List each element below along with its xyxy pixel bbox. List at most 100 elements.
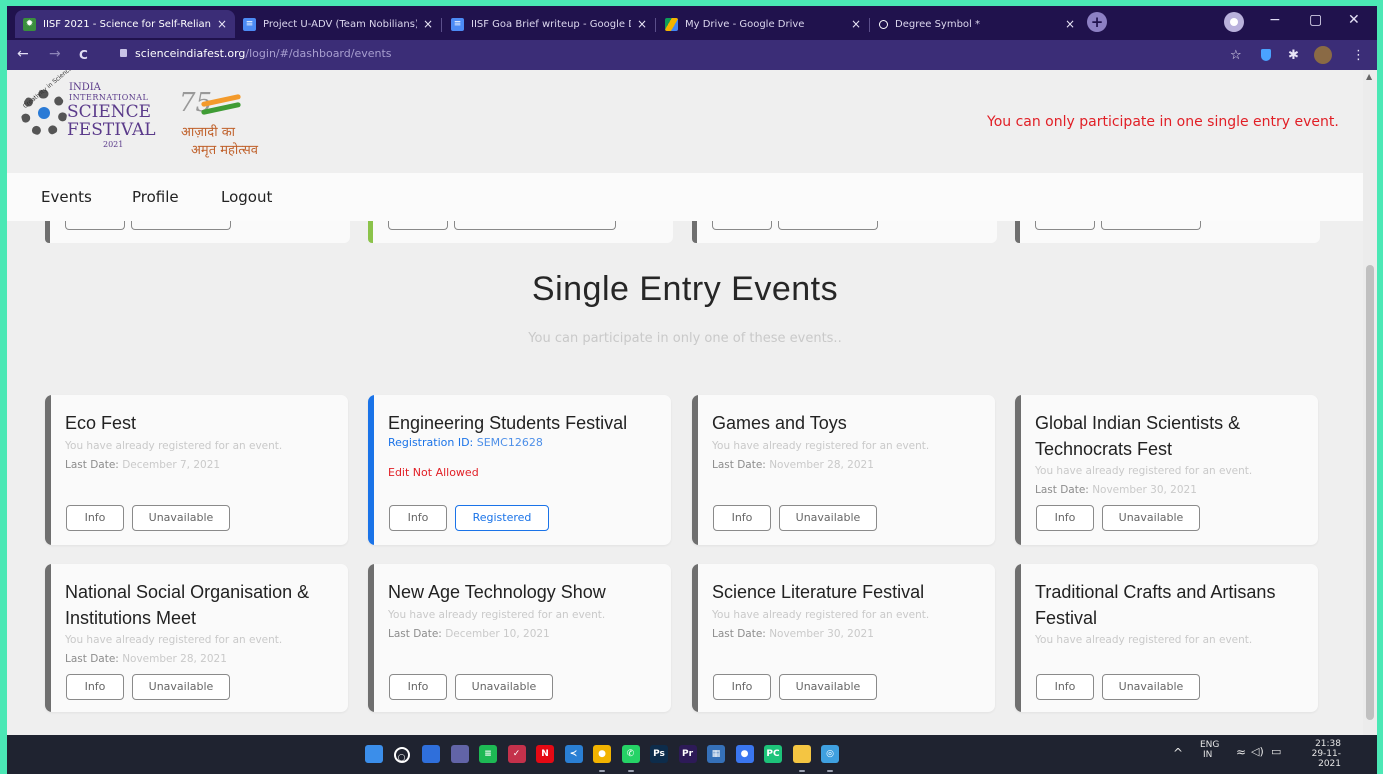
premiere-icon[interactable]: Pr bbox=[678, 745, 697, 763]
clock[interactable]: 21:38 29-11-2021 bbox=[1296, 739, 1341, 769]
profile-icon[interactable] bbox=[1224, 12, 1244, 32]
event-card-games-and-toys: Games and Toys You have already register… bbox=[692, 395, 995, 545]
account-avatar[interactable] bbox=[1314, 46, 1332, 64]
event-card-global-indian-scientists: Global Indian Scientists & Technocrats F… bbox=[1015, 395, 1318, 545]
tab-separator bbox=[441, 18, 442, 32]
tab-iisf[interactable]: ✹ IISF 2021 - Science for Self-Relian × bbox=[15, 10, 235, 38]
event-date: December 10, 2021 bbox=[445, 628, 550, 640]
tab-strip: ✹ IISF 2021 - Science for Self-Relian × … bbox=[7, 6, 1377, 40]
tab-my-drive[interactable]: My Drive - Google Drive × bbox=[657, 10, 869, 38]
mail-icon[interactable]: ✓ bbox=[507, 745, 526, 763]
menu-events[interactable]: Events bbox=[41, 188, 92, 206]
date-label: Last Date: bbox=[1035, 484, 1089, 496]
tab-title: IISF Goa Brief writeup - Google D bbox=[471, 18, 631, 30]
event-card-national-social-organisation: National Social Organisation & Instituti… bbox=[45, 564, 348, 712]
tray-chevron-icon[interactable]: ^ bbox=[1173, 746, 1183, 760]
event-date: November 28, 2021 bbox=[122, 653, 227, 665]
volume-icon[interactable]: ◁) bbox=[1251, 745, 1264, 758]
photoshop-icon[interactable]: Ps bbox=[650, 745, 668, 763]
drive-icon bbox=[665, 17, 678, 31]
netflix-icon[interactable]: N bbox=[536, 745, 554, 763]
event-date: November 28, 2021 bbox=[769, 459, 874, 471]
previous-card-bottom bbox=[692, 221, 997, 243]
windows-start-icon[interactable] bbox=[365, 745, 383, 763]
unavailable-button[interactable]: Unavailable bbox=[132, 674, 230, 700]
bookmark-star-icon[interactable]: ☆ bbox=[1230, 48, 1242, 63]
unavailable-button[interactable]: Unavailable bbox=[779, 674, 877, 700]
running-indicator bbox=[627, 770, 634, 772]
event-message: You have already registered for an event… bbox=[1035, 634, 1253, 646]
reload-icon[interactable]: C bbox=[79, 48, 88, 62]
language-indicator[interactable]: ENG IN bbox=[1200, 740, 1219, 760]
unavailable-button[interactable]: Unavailable bbox=[132, 505, 230, 531]
docs-icon: ≡ bbox=[243, 17, 256, 31]
browser-window: ✹ IISF 2021 - Science for Self-Relian × … bbox=[7, 6, 1377, 735]
minimize-icon[interactable]: − bbox=[1269, 12, 1281, 28]
vpn-shield-icon[interactable] bbox=[1261, 49, 1271, 61]
tab-close-icon[interactable]: × bbox=[851, 17, 861, 31]
unavailable-button[interactable]: Unavailable bbox=[1102, 674, 1200, 700]
forward-icon[interactable]: → bbox=[49, 46, 61, 62]
info-button[interactable]: Info bbox=[1036, 505, 1094, 531]
extensions-puzzle-icon[interactable]: ✱ bbox=[1288, 48, 1299, 63]
event-title: Eco Fest bbox=[65, 413, 137, 433]
date-label: Last Date: bbox=[712, 628, 766, 640]
tab-close-icon[interactable]: × bbox=[637, 17, 647, 31]
info-button[interactable]: Info bbox=[713, 674, 771, 700]
pycharm-icon[interactable]: PC bbox=[764, 745, 782, 763]
tab-project[interactable]: ≡ Project U-ADV (Team Nobilians) × bbox=[235, 10, 441, 38]
gear-logo-icon bbox=[21, 90, 67, 136]
info-button[interactable]: Info bbox=[389, 505, 447, 531]
task-view-icon[interactable] bbox=[422, 745, 440, 763]
calculator-icon[interactable]: ▦ bbox=[707, 745, 725, 763]
globe-icon[interactable]: ◎ bbox=[821, 745, 839, 763]
docs-icon: ≡ bbox=[451, 17, 464, 31]
info-button[interactable]: Info bbox=[713, 505, 771, 531]
language-code: ENG bbox=[1200, 740, 1220, 750]
page-content: Creativity in Science INDIA INTERNATIONA… bbox=[7, 70, 1363, 735]
event-message: You have already registered for an event… bbox=[712, 609, 930, 621]
vscode-icon[interactable]: ≺ bbox=[564, 745, 583, 763]
tab-goa-brief[interactable]: ≡ IISF Goa Brief writeup - Google D × bbox=[443, 10, 655, 38]
signal-icon[interactable]: ● bbox=[735, 745, 754, 763]
tab-close-icon[interactable]: × bbox=[1065, 17, 1075, 31]
spotify-icon[interactable]: ≡ bbox=[479, 745, 497, 763]
battery-icon[interactable]: ▭ bbox=[1271, 745, 1281, 758]
event-date: November 30, 2021 bbox=[1092, 484, 1197, 496]
search-icon[interactable]: ○ bbox=[393, 747, 410, 763]
info-button[interactable]: Info bbox=[66, 505, 124, 531]
event-card-engineering-students-festival: Engineering Students Festival Registrati… bbox=[368, 395, 671, 545]
url-field[interactable]: scienceindiafest.org/login/#/dashboard/e… bbox=[120, 47, 392, 60]
info-button[interactable]: Info bbox=[389, 674, 447, 700]
scroll-thumb[interactable] bbox=[1366, 265, 1374, 720]
new-tab-button[interactable]: + bbox=[1087, 12, 1107, 32]
tab-close-icon[interactable]: × bbox=[423, 17, 433, 31]
chrome-icon[interactable]: ● bbox=[593, 745, 611, 763]
whatsapp-icon[interactable]: ✆ bbox=[621, 745, 640, 763]
event-card-eco-fest: Eco Fest You have already registered for… bbox=[45, 395, 348, 545]
menu-logout[interactable]: Logout bbox=[221, 188, 272, 206]
info-button[interactable]: Info bbox=[1036, 674, 1094, 700]
page-scrollbar[interactable]: ▲ bbox=[1363, 70, 1377, 735]
maximize-icon[interactable]: ▢ bbox=[1309, 12, 1322, 28]
back-icon[interactable]: ← bbox=[17, 46, 29, 62]
registered-button[interactable]: Registered bbox=[455, 505, 549, 531]
unavailable-button[interactable]: Unavailable bbox=[779, 505, 877, 531]
folder-icon[interactable] bbox=[792, 745, 811, 763]
chat-icon[interactable] bbox=[450, 745, 469, 763]
event-title: National Social Organisation & Instituti… bbox=[65, 582, 310, 628]
wifi-icon[interactable]: ≈ bbox=[1236, 745, 1246, 759]
tab-close-icon[interactable]: × bbox=[217, 17, 227, 31]
azadi-line1: आज़ादी का bbox=[181, 125, 236, 140]
tab-title: Project U-ADV (Team Nobilians) bbox=[263, 18, 417, 30]
scroll-up-arrow-icon[interactable]: ▲ bbox=[1366, 72, 1372, 81]
unavailable-button[interactable]: Unavailable bbox=[455, 674, 553, 700]
info-button[interactable]: Info bbox=[66, 674, 124, 700]
close-window-icon[interactable]: ✕ bbox=[1348, 12, 1360, 28]
event-date: November 30, 2021 bbox=[769, 628, 874, 640]
menu-profile[interactable]: Profile bbox=[132, 188, 179, 206]
unavailable-button[interactable]: Unavailable bbox=[1102, 505, 1200, 531]
browser-menu-icon[interactable]: ⋮ bbox=[1352, 48, 1365, 63]
running-indicator bbox=[599, 770, 605, 772]
tab-degree-symbol[interactable]: Degree Symbol * × bbox=[871, 10, 1083, 38]
